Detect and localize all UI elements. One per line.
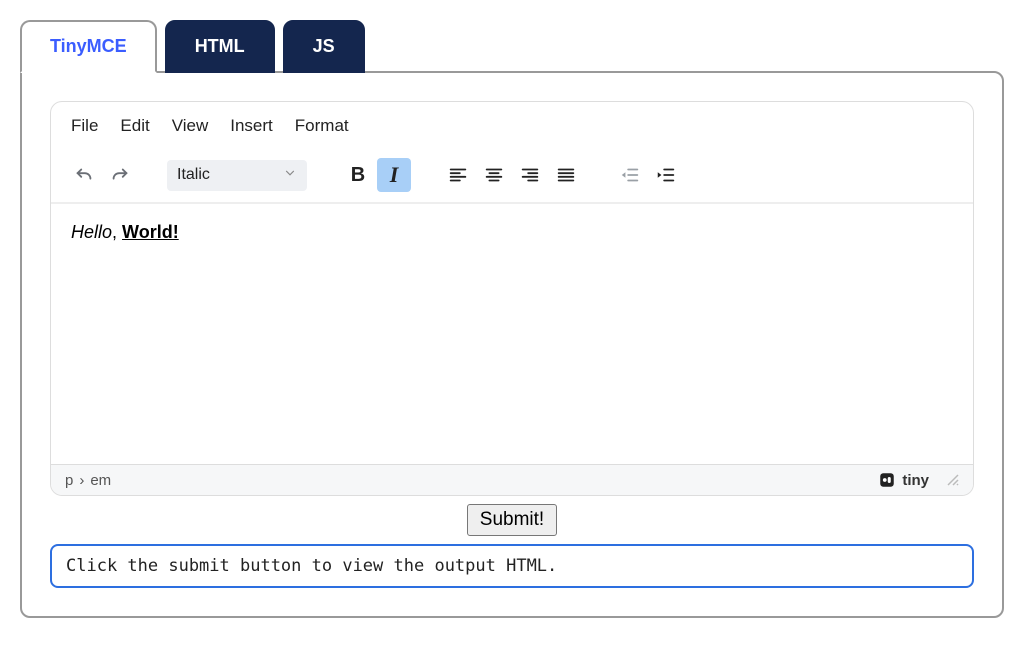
bold-button[interactable]: B xyxy=(341,158,375,192)
toolbar-align-group xyxy=(441,158,583,192)
tab-js[interactable]: JS xyxy=(283,20,365,73)
toolbar-indent-group xyxy=(613,158,683,192)
submit-button[interactable]: Submit! xyxy=(467,504,557,536)
content-comma: , xyxy=(112,222,122,242)
align-center-icon xyxy=(483,164,505,186)
font-style-label: Italic xyxy=(177,166,210,184)
toolbar-history-group xyxy=(67,158,137,192)
menubar: File Edit View Insert Format xyxy=(51,102,973,150)
path-separator: › xyxy=(79,472,84,489)
tab-html[interactable]: HTML xyxy=(165,20,275,73)
align-center-button[interactable] xyxy=(477,158,511,192)
output-box[interactable]: Click the submit button to view the outp… xyxy=(50,544,974,588)
toolbar: Italic B I xyxy=(51,150,973,204)
tab-bar: TinyMCE HTML JS xyxy=(20,20,1004,73)
undo-button[interactable] xyxy=(67,158,101,192)
menu-edit[interactable]: Edit xyxy=(120,116,149,136)
content-world: World! xyxy=(122,222,179,242)
tiny-logo-icon xyxy=(878,471,896,489)
align-right-icon xyxy=(519,164,541,186)
path-em: em xyxy=(90,472,111,489)
element-path[interactable]: p › em xyxy=(65,472,111,489)
statusbar: p › em tiny xyxy=(51,464,973,495)
tab-tinymce[interactable]: TinyMCE xyxy=(20,20,157,73)
submit-row: Submit! xyxy=(50,504,974,536)
indent-icon xyxy=(655,164,677,186)
undo-icon xyxy=(73,164,95,186)
redo-button[interactable] xyxy=(103,158,137,192)
outdent-button[interactable] xyxy=(613,158,647,192)
font-style-select[interactable]: Italic xyxy=(167,160,307,191)
path-p: p xyxy=(65,472,73,489)
brand-text: tiny xyxy=(902,472,929,489)
align-justify-icon xyxy=(555,164,577,186)
chevron-down-icon xyxy=(283,166,297,185)
italic-button[interactable]: I xyxy=(377,158,411,192)
toolbar-format-group: B I xyxy=(341,158,411,192)
editor-container: File Edit View Insert Format Italic xyxy=(50,101,974,496)
redo-icon xyxy=(109,164,131,186)
tiny-branding[interactable]: tiny xyxy=(878,471,959,489)
align-justify-button[interactable] xyxy=(549,158,583,192)
align-right-button[interactable] xyxy=(513,158,547,192)
content-hello: Hello xyxy=(71,222,112,242)
menu-file[interactable]: File xyxy=(71,116,98,136)
align-left-button[interactable] xyxy=(441,158,475,192)
menu-format[interactable]: Format xyxy=(295,116,349,136)
align-left-icon xyxy=(447,164,469,186)
menu-view[interactable]: View xyxy=(172,116,209,136)
menu-insert[interactable]: Insert xyxy=(230,116,273,136)
outdent-icon xyxy=(619,164,641,186)
editor-content[interactable]: Hello, World! xyxy=(51,204,973,464)
panel: File Edit View Insert Format Italic xyxy=(20,71,1004,618)
resize-handle-icon[interactable] xyxy=(945,472,959,489)
indent-button[interactable] xyxy=(649,158,683,192)
